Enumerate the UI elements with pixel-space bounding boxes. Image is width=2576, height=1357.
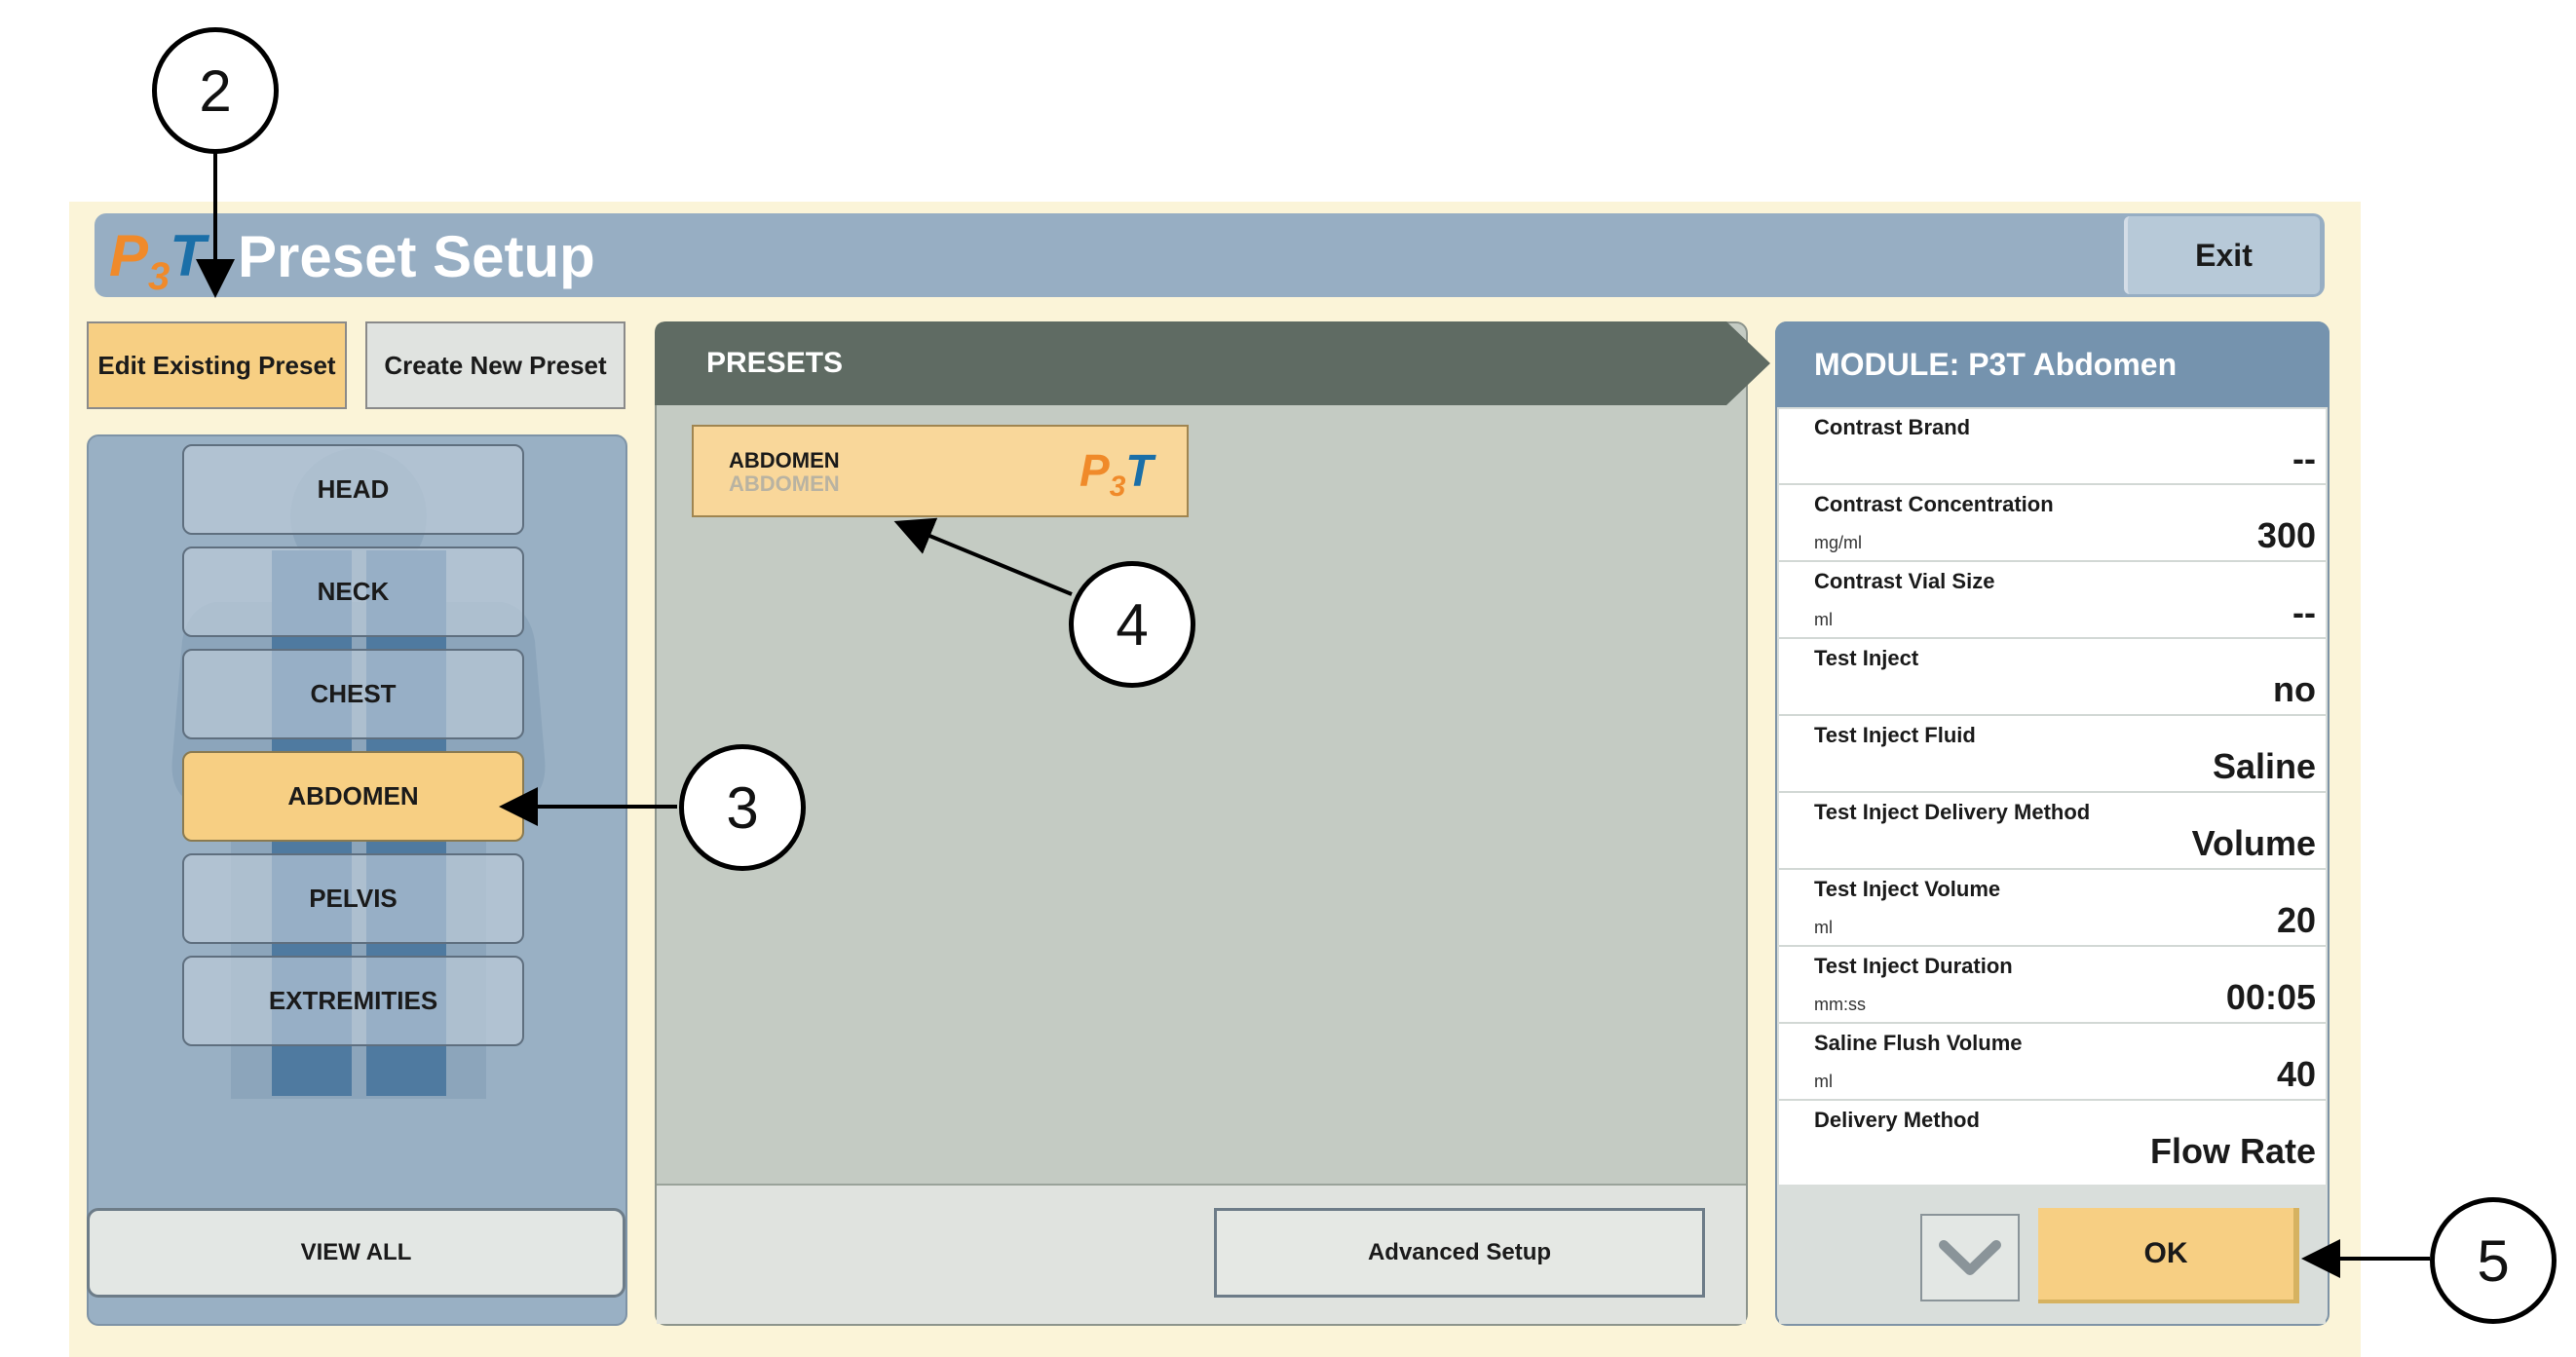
callout-3: 3 <box>679 744 806 871</box>
field-unit: ml <box>1814 1072 1833 1091</box>
p3t-logo: P3T <box>109 223 206 298</box>
field-label: Saline Flush Volume <box>1814 1031 2023 1055</box>
callout-5: 5 <box>2430 1197 2557 1324</box>
create-new-preset-button[interactable]: Create New Preset <box>365 321 625 409</box>
field-value: Flow Rate <box>2149 1131 2316 1171</box>
region-button-abdomen[interactable]: ABDOMEN <box>182 751 524 842</box>
view-all-button[interactable]: VIEW ALL <box>87 1208 625 1298</box>
field-saline-flush-volume[interactable]: Saline Flush Volume ml 40 <box>1779 1025 2326 1101</box>
preset-card-subname: ABDOMEN <box>729 471 840 496</box>
module-title: MODULE: P3T Abdomen <box>1814 347 2178 382</box>
preset-card-abdomen[interactable]: ABDOMEN ABDOMEN P3T <box>692 425 1189 517</box>
field-test-inject-volume[interactable]: Test Inject Volume ml 20 <box>1779 871 2326 947</box>
callout-2: 2 <box>152 27 279 154</box>
field-contrast-brand[interactable]: Contrast Brand -- <box>1779 409 2326 485</box>
field-unit: mg/ml <box>1814 533 1862 552</box>
advanced-setup-button[interactable]: Advanced Setup <box>1214 1208 1705 1298</box>
region-button-neck[interactable]: NECK <box>182 547 524 637</box>
field-value: -- <box>2292 438 2316 478</box>
field-test-inject-fluid[interactable]: Test Inject Fluid Saline <box>1779 717 2326 793</box>
exit-button[interactable]: Exit <box>2124 216 2320 294</box>
field-value: Volume <box>2191 823 2316 863</box>
region-button-chest[interactable]: CHEST <box>182 649 524 739</box>
presets-header: PRESETS <box>706 347 844 379</box>
field-contrast-concentration[interactable]: Contrast Concentration mg/ml 300 <box>1779 486 2326 562</box>
field-delivery-method[interactable]: Delivery Method Flow Rate <box>1779 1102 2326 1178</box>
field-test-inject-duration[interactable]: Test Inject Duration mm:ss 00:05 <box>1779 948 2326 1024</box>
callout-4: 4 <box>1069 561 1195 688</box>
field-label: Test Inject Volume <box>1814 877 2001 901</box>
field-label: Contrast Vial Size <box>1814 569 1995 593</box>
field-value: 300 <box>2256 515 2316 555</box>
field-label: Contrast Brand <box>1814 415 1971 439</box>
field-value: 40 <box>2276 1054 2316 1094</box>
field-unit: ml <box>1814 610 1833 629</box>
region-button-extremities[interactable]: EXTREMITIES <box>182 956 524 1046</box>
region-button-head[interactable]: HEAD <box>182 444 524 535</box>
field-test-inject[interactable]: Test Inject no <box>1779 640 2326 716</box>
ok-button[interactable]: OK <box>2038 1208 2299 1303</box>
field-label: Test Inject <box>1814 646 1919 670</box>
edit-existing-preset-button[interactable]: Edit Existing Preset <box>87 321 347 409</box>
field-unit: ml <box>1814 918 1833 937</box>
field-value: 00:05 <box>2225 977 2316 1017</box>
preset-card-name: ABDOMEN <box>729 448 840 472</box>
chevron-down-icon <box>1939 1240 2001 1275</box>
field-contrast-vial-size[interactable]: Contrast Vial Size ml -- <box>1779 563 2326 639</box>
field-label: Test Inject Delivery Method <box>1814 800 2091 824</box>
field-label: Test Inject Duration <box>1814 954 2013 978</box>
field-label: Contrast Concentration <box>1814 492 2054 516</box>
field-test-inject-delivery-method[interactable]: Test Inject Delivery Method Volume <box>1779 794 2326 870</box>
field-label: Test Inject Fluid <box>1814 723 1976 747</box>
field-value: Saline <box>2212 746 2316 786</box>
field-unit: mm:ss <box>1814 995 1866 1014</box>
field-label: Delivery Method <box>1814 1108 1980 1132</box>
p3t-card-logo: P3T <box>1080 445 1154 503</box>
region-button-pelvis[interactable]: PELVIS <box>182 853 524 944</box>
field-value: -- <box>2292 592 2316 632</box>
field-value: no <box>2273 669 2316 709</box>
module-field-list: Contrast Brand -- Contrast Concentration… <box>1779 409 2326 1185</box>
scroll-down-button[interactable] <box>1920 1214 2020 1301</box>
page-title: Preset Setup <box>238 224 595 289</box>
field-value: 20 <box>2276 900 2316 940</box>
